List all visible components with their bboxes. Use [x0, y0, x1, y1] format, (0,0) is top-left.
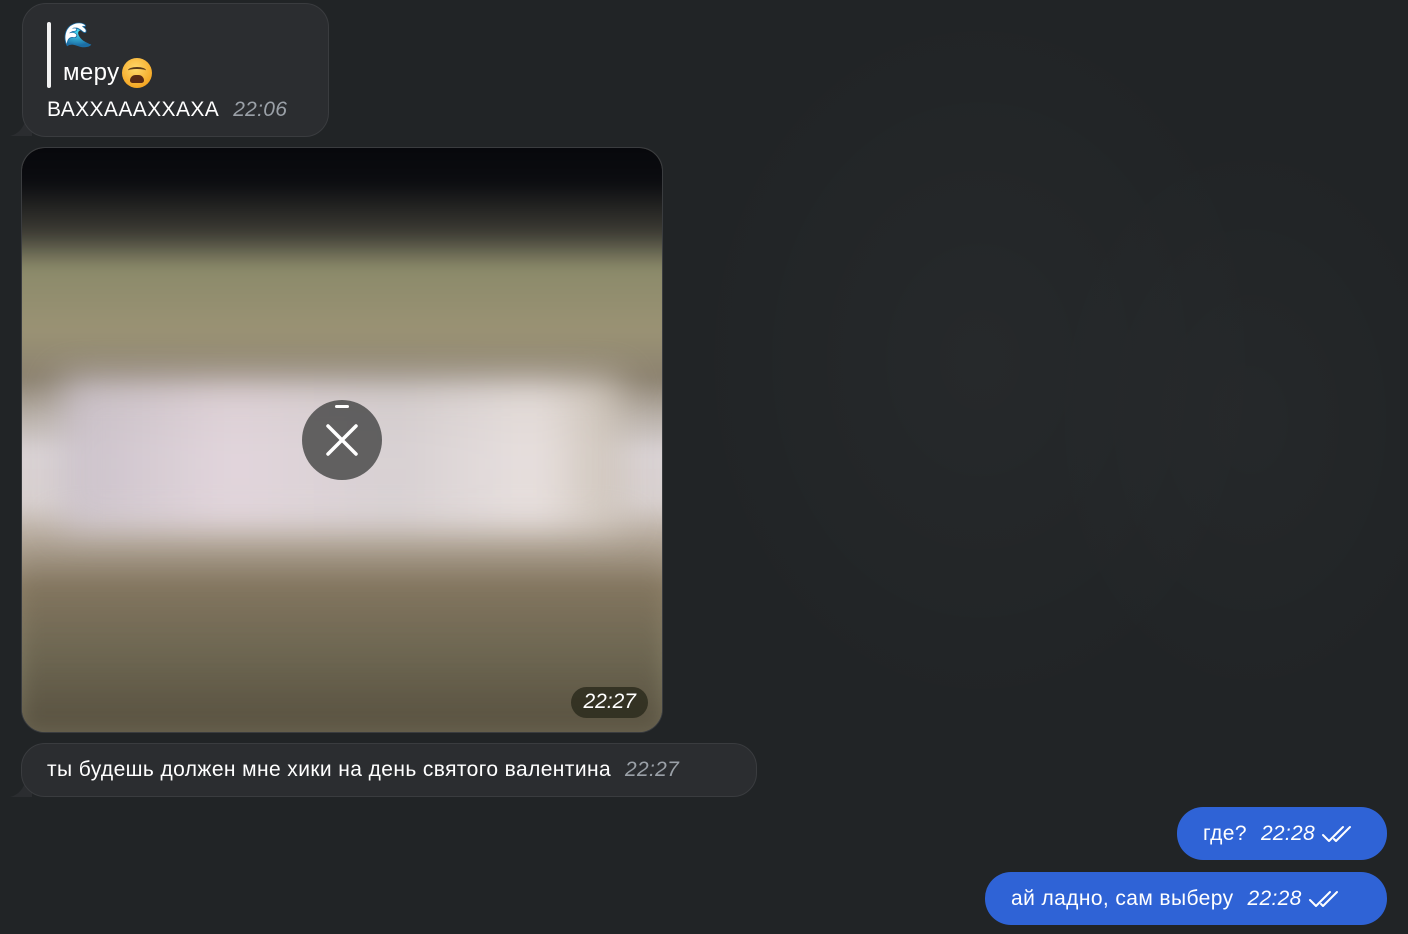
wave-emoji: 🌊	[63, 22, 93, 49]
reply-quote-bar	[47, 22, 51, 88]
outgoing-message[interactable]: где? 22:28	[1177, 807, 1387, 860]
reply-quote-text: меру	[63, 59, 120, 86]
message-text: ай ладно, сам выберу	[1011, 886, 1234, 910]
photo-time: 22:27	[571, 687, 648, 718]
message-text: ты будешь должен мне хики на день святог…	[47, 758, 612, 781]
download-progress-arc	[335, 405, 349, 408]
cancel-download-button[interactable]	[302, 400, 382, 480]
close-icon	[326, 424, 358, 456]
message-time: 22:28	[1247, 886, 1302, 910]
message-text: где?	[1203, 821, 1247, 845]
double-check-icon	[1308, 890, 1338, 907]
incoming-message[interactable]: 🌊 меру ВАХХАААХХАХА 22:06	[22, 3, 329, 137]
outgoing-message[interactable]: ай ладно, сам выберу 22:28	[985, 872, 1387, 925]
message-time: 22:06	[233, 98, 288, 121]
incoming-photo-message[interactable]: 22:27	[21, 147, 663, 733]
blurred-photo-shade	[22, 532, 662, 732]
double-check-icon	[1322, 825, 1351, 842]
reply-quote[interactable]: меру	[63, 58, 152, 88]
message-text: ВАХХАААХХАХА	[47, 98, 220, 121]
message-time: 22:27	[625, 758, 680, 781]
weary-face-emoji	[121, 58, 152, 88]
incoming-message[interactable]: ты будешь должен мне хики на день святог…	[21, 743, 757, 797]
message-time: 22:28	[1260, 821, 1315, 845]
